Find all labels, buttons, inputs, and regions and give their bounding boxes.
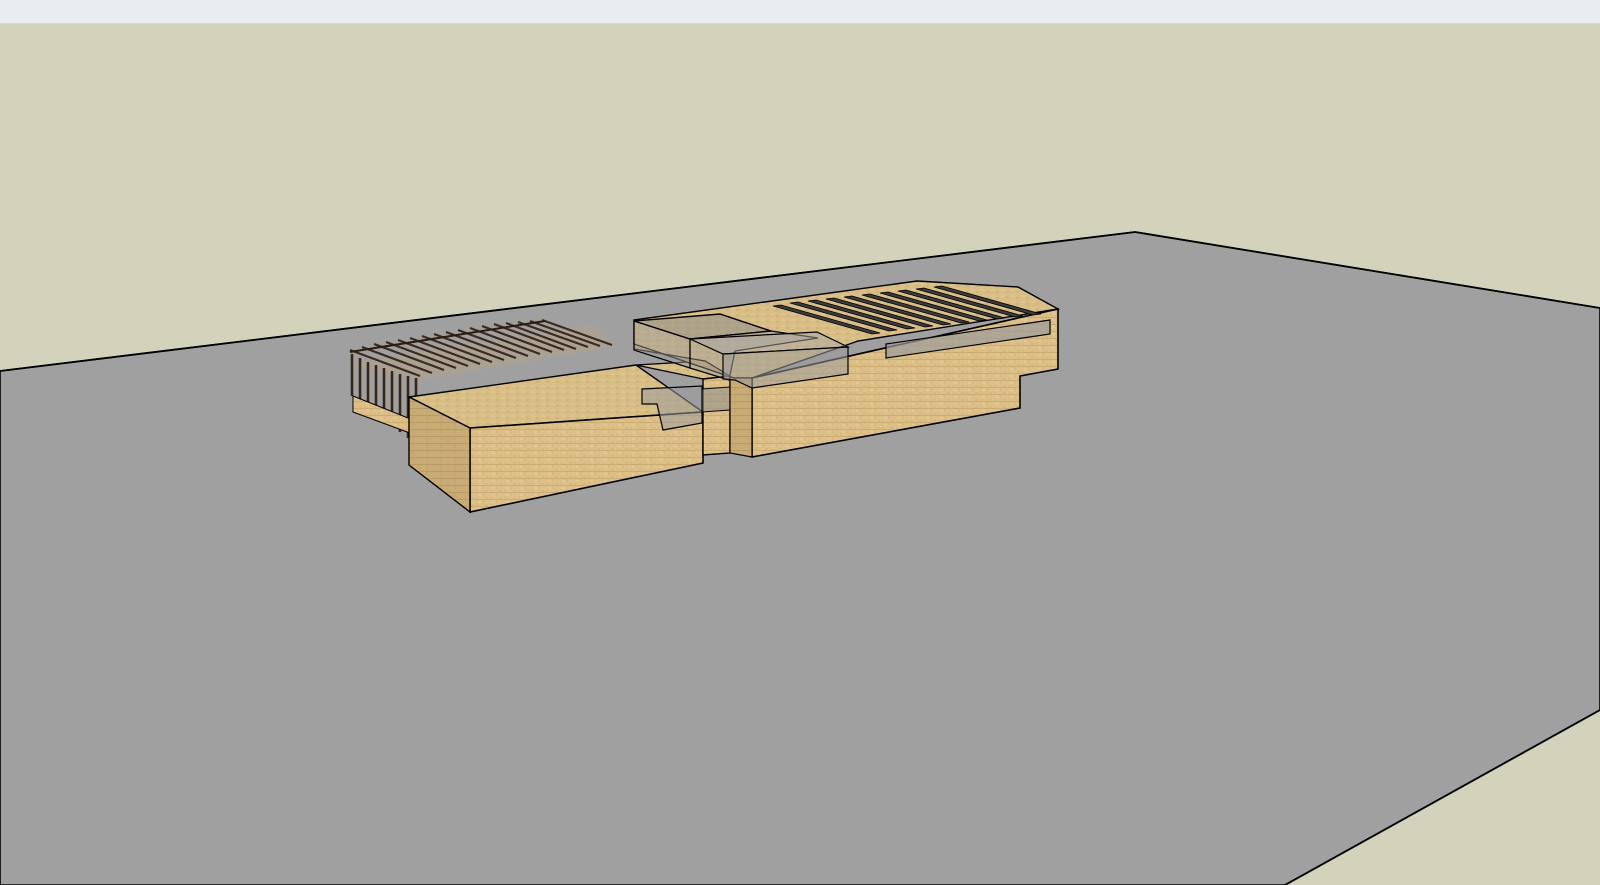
sketchup-window — [0, 0, 1600, 885]
window-toolbar-strip — [0, 0, 1600, 24]
3d-viewport[interactable] — [0, 24, 1600, 885]
scene-svg[interactable] — [0, 24, 1600, 885]
